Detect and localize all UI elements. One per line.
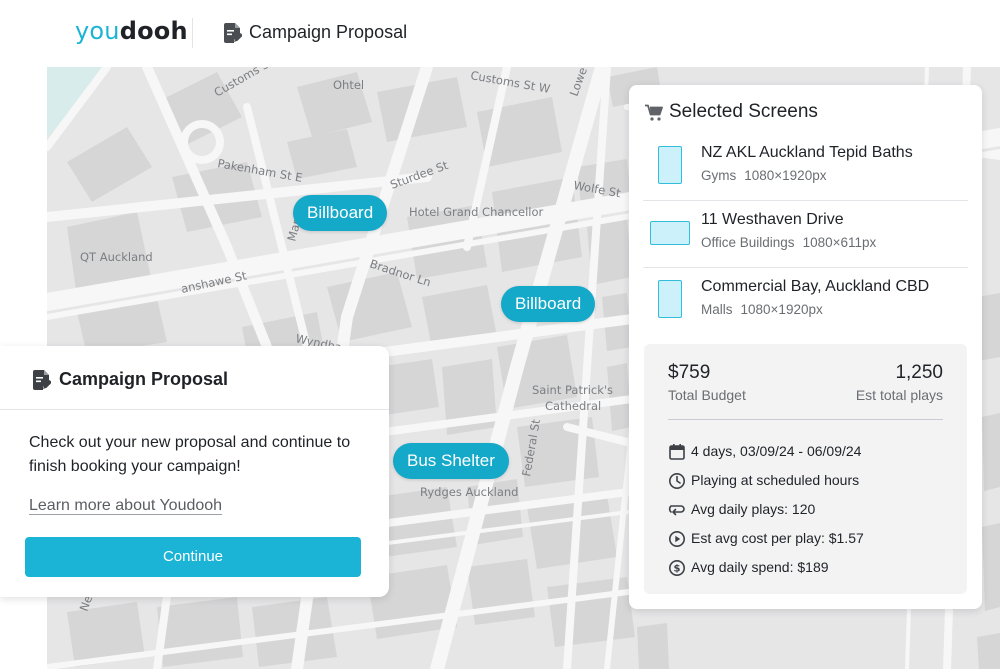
street-label: Cathedral bbox=[545, 399, 601, 413]
screen-list-item[interactable]: NZ AKL Auckland Tepid Baths Gyms 1080×192… bbox=[643, 134, 968, 201]
calendar-icon bbox=[669, 444, 685, 460]
billboard-pin[interactable]: Billboard bbox=[293, 195, 388, 231]
bus-shelter-pin[interactable]: Bus Shelter bbox=[393, 443, 509, 479]
screen-category: Gyms bbox=[701, 168, 737, 183]
summary-divider bbox=[668, 419, 943, 420]
screen-list-item[interactable]: 11 Westhaven Drive Office Buildings 1080×… bbox=[643, 201, 968, 268]
page-title: Campaign Proposal bbox=[249, 22, 408, 42]
selected-screens-panel: Selected Screens NZ AKL Auckland Tepid B… bbox=[629, 85, 982, 609]
youdooh-logo[interactable]: youdooh bbox=[75, 17, 188, 45]
proposal-card-title: Campaign Proposal bbox=[59, 369, 229, 389]
total-plays-label: Est total plays bbox=[855, 387, 943, 403]
campaign-summary: $759 Total Budget 1,250 Est total plays … bbox=[644, 344, 967, 594]
selected-screens-title: Selected Screens bbox=[669, 101, 818, 122]
detail-text: Est avg cost per play: $1.57 bbox=[691, 530, 864, 546]
clock-icon bbox=[669, 473, 685, 489]
repeat-icon bbox=[668, 505, 685, 516]
proposal-card-header: Campaign Proposal bbox=[0, 346, 389, 410]
street-label: Rydges Auckland bbox=[420, 485, 518, 499]
detail-text: Avg daily plays: 120 bbox=[691, 501, 816, 517]
total-budget-label: Total Budget bbox=[668, 387, 746, 403]
screen-resolution: 1080×611px bbox=[802, 235, 877, 250]
dollar-circle-icon: $ bbox=[669, 560, 685, 576]
street-label: QT Auckland bbox=[80, 250, 153, 264]
screen-meta: Office Buildings 1080×611px bbox=[701, 235, 876, 250]
detail-text: Playing at scheduled hours bbox=[691, 472, 860, 488]
street-label: Hotel Grand Chancellor bbox=[409, 205, 544, 219]
screen-name: 11 Westhaven Drive bbox=[701, 211, 844, 228]
screen-name: NZ AKL Auckland Tepid Baths bbox=[701, 144, 913, 161]
street-label: Saint Patrick's bbox=[532, 383, 613, 397]
portrait-screen-thumbnail bbox=[658, 280, 682, 318]
continue-button[interactable]: Continue bbox=[25, 537, 361, 577]
logo-text-you: you bbox=[75, 17, 120, 45]
total-plays-value: 1,250 bbox=[895, 362, 943, 383]
campaign-proposal-card: Campaign Proposal Check out your new pro… bbox=[0, 346, 389, 597]
detail-text: Avg daily spend: $189 bbox=[691, 559, 829, 575]
top-bar: youdooh Campaign Proposal bbox=[0, 0, 1000, 67]
total-budget-value: $759 bbox=[668, 362, 711, 383]
document-edit-icon bbox=[33, 370, 51, 390]
street-label: Ohtel bbox=[333, 78, 364, 92]
portrait-screen-thumbnail bbox=[658, 146, 682, 184]
detail-text: 4 days, 03/09/24 - 06/09/24 bbox=[691, 443, 862, 459]
screen-category: Office Buildings bbox=[701, 235, 795, 250]
screen-resolution: 1080×1920px bbox=[744, 168, 827, 183]
screen-list-item[interactable]: Commercial Bay, Auckland CBD Malls 1080×1… bbox=[643, 268, 968, 335]
proposal-message: Check out your new proposal and continue… bbox=[29, 434, 351, 475]
billboard-pin[interactable]: Billboard bbox=[501, 286, 596, 322]
screen-meta: Malls 1080×1920px bbox=[701, 302, 823, 317]
logo-text-dooh: dooh bbox=[119, 17, 188, 45]
cart-icon bbox=[645, 104, 663, 121]
play-circle-icon bbox=[669, 531, 685, 547]
document-edit-icon bbox=[224, 23, 242, 43]
svg-text:$: $ bbox=[674, 564, 681, 575]
screen-resolution: 1080×1920px bbox=[740, 302, 823, 317]
landscape-screen-thumbnail bbox=[650, 221, 690, 245]
header-divider bbox=[192, 18, 193, 48]
learn-more-link[interactable]: Learn more about Youdooh bbox=[29, 497, 222, 515]
screen-name: Commercial Bay, Auckland CBD bbox=[701, 278, 930, 295]
screen-category: Malls bbox=[701, 302, 733, 317]
screen-meta: Gyms 1080×1920px bbox=[701, 168, 826, 183]
